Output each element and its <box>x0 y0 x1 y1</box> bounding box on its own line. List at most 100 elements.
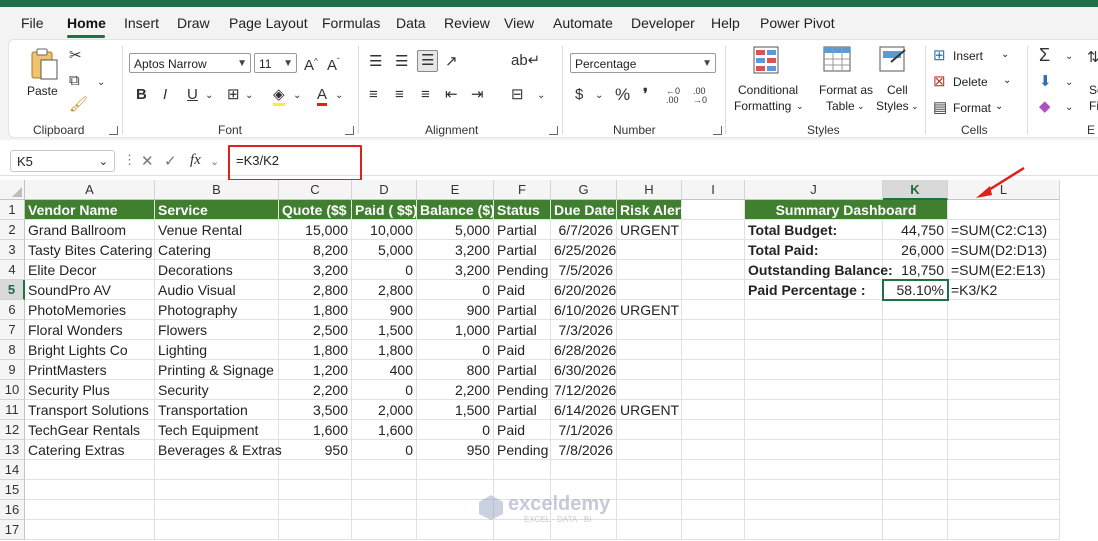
summary-title[interactable]: Summary Dashboard <box>745 200 948 220</box>
table-cell[interactable]: 950 <box>417 440 494 460</box>
table-cell[interactable]: Partial <box>494 320 551 340</box>
decrease-indent-icon[interactable]: ⇤ <box>445 87 458 103</box>
grid-cell[interactable] <box>883 320 948 340</box>
grid-cell[interactable] <box>745 400 883 420</box>
function-dropdown-icon[interactable]: ⌄ <box>210 155 219 168</box>
table-cell[interactable]: Tasty Bites Catering <box>25 240 155 260</box>
number-launcher-icon[interactable] <box>713 126 722 135</box>
grid-cell[interactable] <box>682 200 745 220</box>
table-header-cell[interactable]: Risk Alert <box>617 200 685 220</box>
table-cell[interactable]: Floral Wonders <box>25 320 155 340</box>
table-cell[interactable]: Security Plus <box>25 380 155 400</box>
table-cell[interactable]: 0 <box>352 260 417 280</box>
grid-cell[interactable] <box>948 360 1060 380</box>
table-cell[interactable]: 0 <box>352 440 417 460</box>
column-header[interactable]: A <box>25 180 155 200</box>
grid-cell[interactable] <box>948 300 1060 320</box>
table-cell[interactable]: Beverages & Extras <box>155 440 282 460</box>
insert-function-icon[interactable]: fx <box>190 152 201 169</box>
font-color-dropdown-icon[interactable]: ⌄ <box>335 88 343 104</box>
grid-cell[interactable] <box>682 260 745 280</box>
table-cell[interactable]: 7/3/2026 <box>551 320 617 340</box>
row-header[interactable]: 8 <box>0 340 25 360</box>
table-cell[interactable]: 1,500 <box>352 320 417 340</box>
row-header[interactable]: 1 <box>0 200 25 220</box>
table-cell[interactable]: 15,000 <box>279 220 352 240</box>
table-cell[interactable]: Lighting <box>155 340 279 360</box>
grid-cell[interactable] <box>745 460 883 480</box>
table-cell[interactable]: 950 <box>279 440 352 460</box>
grid-cell[interactable] <box>617 480 682 500</box>
grid-cell[interactable] <box>745 300 883 320</box>
column-header[interactable]: C <box>279 180 352 200</box>
table-cell[interactable]: 900 <box>352 300 417 320</box>
font-launcher-icon[interactable] <box>345 126 354 135</box>
more-options-icon[interactable]: ⋮ <box>123 152 136 168</box>
fill-color-icon[interactable]: ◈ <box>273 87 285 106</box>
grid-cell[interactable] <box>682 360 745 380</box>
sort-filter-icon[interactable]: ⇅ <box>1087 50 1098 66</box>
row-header[interactable]: 3 <box>0 240 25 260</box>
table-cell[interactable]: Pending <box>494 260 551 280</box>
font-color-icon[interactable]: A <box>317 87 328 106</box>
table-cell[interactable]: Partial <box>494 240 551 260</box>
grid-cell[interactable] <box>883 300 948 320</box>
summary-value[interactable]: 44,750 <box>883 220 948 240</box>
row-header[interactable]: 15 <box>0 480 25 500</box>
grid-cell[interactable] <box>745 420 883 440</box>
table-cell[interactable]: Decorations <box>155 260 279 280</box>
summary-formula-text[interactable]: =SUM(C2:C13) <box>948 220 1060 240</box>
orientation-icon[interactable]: ↗ <box>445 54 458 70</box>
table-cell[interactable]: Partial <box>494 220 551 240</box>
grid-cell[interactable] <box>352 460 417 480</box>
wrap-text-icon[interactable]: ab↵ <box>511 53 540 69</box>
grid-cell[interactable] <box>682 340 745 360</box>
row-header[interactable]: 6 <box>0 300 25 320</box>
grid-cell[interactable] <box>682 320 745 340</box>
column-header[interactable]: K <box>883 180 948 200</box>
tab-developer[interactable]: Developer <box>631 15 695 31</box>
tab-draw[interactable]: Draw <box>177 15 210 31</box>
borders-icon[interactable]: ⊞ <box>227 87 240 103</box>
table-cell[interactable]: Bright Lights Co <box>25 340 155 360</box>
column-header[interactable]: F <box>494 180 551 200</box>
table-cell[interactable]: 6/14/2026 <box>551 400 617 420</box>
table-cell[interactable]: SoundPro AV <box>25 280 155 300</box>
grid-cell[interactable] <box>745 340 883 360</box>
table-cell[interactable]: 7/5/2026 <box>551 260 617 280</box>
grid-cell[interactable] <box>617 460 682 480</box>
table-cell[interactable]: 10,000 <box>352 220 417 240</box>
grid-cell[interactable] <box>417 460 494 480</box>
tab-power-pivot[interactable]: Power Pivot <box>760 15 835 31</box>
table-cell[interactable]: URGENT <box>617 400 682 420</box>
column-header[interactable]: J <box>745 180 883 200</box>
grid-cell[interactable] <box>883 360 948 380</box>
grid-cell[interactable] <box>883 480 948 500</box>
table-cell[interactable]: 400 <box>352 360 417 380</box>
fill-icon[interactable]: ⬇ <box>1039 74 1052 90</box>
grid-cell[interactable] <box>948 380 1060 400</box>
row-header[interactable]: 17 <box>0 520 25 540</box>
tab-help[interactable]: Help <box>711 15 740 31</box>
table-cell[interactable]: Partial <box>494 400 551 420</box>
grid-cell[interactable] <box>682 460 745 480</box>
grid-cell[interactable] <box>745 480 883 500</box>
summary-formula-text[interactable]: =K3/K2 <box>948 280 1060 300</box>
clear-dropdown-icon[interactable]: ⌄ <box>1065 100 1073 116</box>
table-cell[interactable]: 1,200 <box>279 360 352 380</box>
grid-cell[interactable] <box>948 460 1060 480</box>
delete-cells-icon[interactable]: ⊠ <box>933 74 946 90</box>
grid-cell[interactable] <box>682 500 745 520</box>
align-top-icon[interactable]: ☰ <box>369 54 382 70</box>
table-cell[interactable]: 0 <box>417 340 494 360</box>
table-cell[interactable]: Photography <box>155 300 279 320</box>
tab-review[interactable]: Review <box>444 15 490 31</box>
grid-cell[interactable] <box>279 480 352 500</box>
grid-cell[interactable] <box>551 460 617 480</box>
table-cell[interactable]: Flowers <box>155 320 279 340</box>
table-cell[interactable]: Venue Rental <box>155 220 279 240</box>
table-cell[interactable]: Pending <box>494 440 551 460</box>
name-box[interactable]: K5 ⌄ <box>10 150 115 172</box>
table-cell[interactable]: Pending <box>494 380 551 400</box>
table-header-cell[interactable]: Vendor Name <box>25 200 155 220</box>
